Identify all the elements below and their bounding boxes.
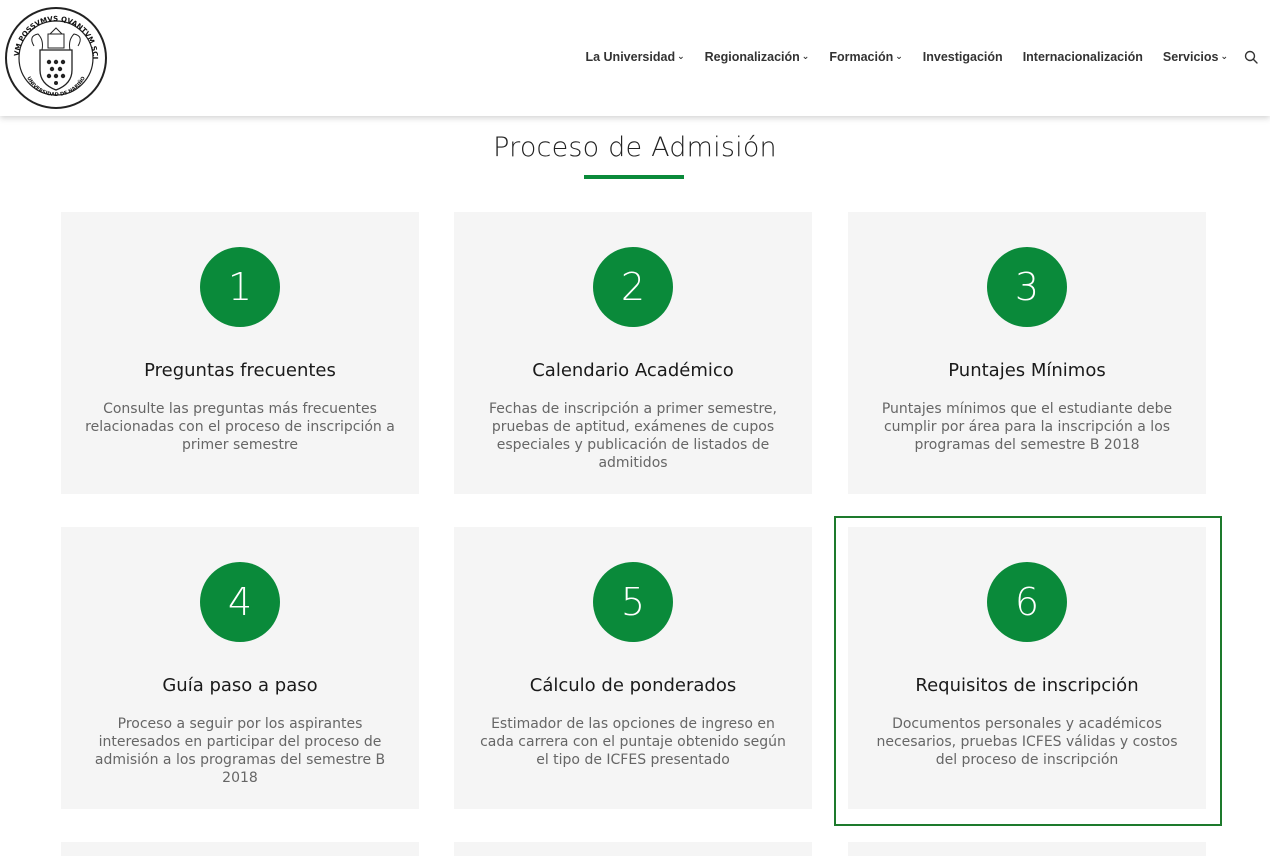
card-title: Requisitos de inscripción xyxy=(915,675,1139,696)
chevron-down-icon: ⌄ xyxy=(801,50,810,61)
nav-la-universidad[interactable]: La Universidad ⌄ xyxy=(585,50,684,64)
nav-formacion[interactable]: Formación ⌄ xyxy=(829,50,902,64)
page-title: Proceso de Admisión xyxy=(493,132,777,163)
card-guia-paso-a-paso[interactable]: 4 Guía paso a paso Proceso a seguir por … xyxy=(61,527,419,809)
step-number-badge: 2 xyxy=(593,247,673,327)
step-number-badge: 3 xyxy=(987,247,1067,327)
step-number-badge: 6 xyxy=(987,562,1067,642)
card-puntajes-minimos[interactable]: 3 Puntajes Mínimos Puntajes mínimos que … xyxy=(848,212,1206,494)
card-title: Calendario Académico xyxy=(532,360,734,381)
card-description: Puntajes mínimos que el estudiante debe … xyxy=(881,401,1173,453)
card-partial[interactable] xyxy=(61,842,419,856)
step-number-badge: 1 xyxy=(200,247,280,327)
chevron-down-icon: ⌄ xyxy=(895,50,903,61)
nav-servicios[interactable]: Servicios ⌄ xyxy=(1163,50,1228,64)
card-description: Fechas de inscripción a primer semestre,… xyxy=(489,401,777,471)
card-calculo-de-ponderados[interactable]: 5 Cálculo de ponderados Estimador de las… xyxy=(454,527,812,809)
card-description: Proceso a seguir por los aspirantes inte… xyxy=(94,716,386,786)
nav-internacionalizacion[interactable]: Internacionalización xyxy=(1023,50,1143,64)
university-logo[interactable]: TANTVM POSSVMVS QVANTVM SCIMVS UNIVERSID… xyxy=(4,6,108,110)
search-icon[interactable] xyxy=(1244,50,1258,64)
card-calendario-academico[interactable]: 2 Calendario Académico Fechas de inscrip… xyxy=(454,212,812,494)
card-title: Preguntas frecuentes xyxy=(144,360,336,381)
chevron-down-icon: ⌄ xyxy=(677,50,685,61)
card-description: Documentos personales y académicos neces… xyxy=(876,716,1178,768)
site-header: TANTVM POSSVMVS QVANTVM SCIMVS UNIVERSID… xyxy=(0,0,1270,116)
step-number-badge: 5 xyxy=(593,562,673,642)
card-title: Puntajes Mínimos xyxy=(948,360,1106,381)
nav-investigacion[interactable]: Investigación xyxy=(923,50,1003,64)
card-partial[interactable] xyxy=(848,842,1206,856)
card-title: Guía paso a paso xyxy=(162,675,318,696)
card-description: Estimador de las opciones de ingreso en … xyxy=(480,716,786,768)
title-underline xyxy=(584,175,684,179)
main-nav: La Universidad ⌄ Regionalización ⌄ Formaci… xyxy=(565,47,1270,67)
card-preguntas-frecuentes[interactable]: 1 Preguntas frecuentes Consulte las preg… xyxy=(61,212,419,494)
card-title: Cálculo de ponderados xyxy=(529,675,737,696)
nav-regionalizacion[interactable]: Regionalización ⌄ xyxy=(705,50,810,64)
chevron-down-icon: ⌄ xyxy=(1220,50,1228,61)
step-number-badge: 4 xyxy=(200,562,280,642)
card-requisitos-de-inscripcion[interactable]: 6 Requisitos de inscripción Documentos p… xyxy=(848,527,1206,809)
card-description: Consulte las preguntas más frecuentes re… xyxy=(85,401,395,453)
card-partial[interactable] xyxy=(454,842,812,856)
